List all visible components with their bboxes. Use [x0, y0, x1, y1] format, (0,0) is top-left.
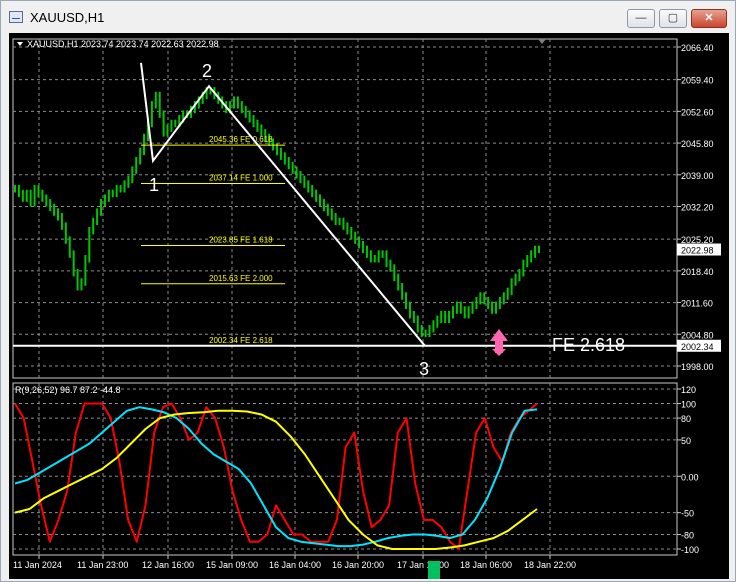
indicator-tick-label: 0.00 — [681, 472, 699, 482]
time-label: 15 Jan 09:00 — [206, 560, 258, 570]
indicator-tick-label: 80 — [681, 414, 691, 424]
fibo-level-label: 2037.14 FE 1.000 — [209, 173, 273, 182]
price-tick-label: 2045.80 — [681, 139, 714, 149]
maximize-button[interactable]: ▢ — [659, 9, 687, 28]
price-tick-label: 1998.00 — [681, 362, 714, 372]
wave-label: 2 — [202, 61, 212, 81]
fe-annotation: FE 2.618 — [552, 335, 625, 355]
fibo-level-label: 2002.34 FE 2.618 — [209, 336, 273, 345]
time-label: 12 Jan 16:00 — [142, 560, 194, 570]
price-tick-label: 2004.80 — [681, 330, 714, 340]
minimize-button[interactable]: — — [627, 9, 655, 28]
chart-canvas[interactable]: 2066.40 2059.40 2052.60 2045.80 2039.00 2032.… — [9, 33, 729, 579]
indicator-tick-label: -80 — [681, 530, 694, 540]
fibo-level-label: 2023.85 FE 1.618 — [209, 235, 273, 244]
chart-shift-icon — [538, 39, 546, 44]
price-tick-label: 2059.40 — [681, 76, 714, 86]
indicator-pane-frame — [12, 382, 678, 556]
time-label: 17 Jan 13:00 — [397, 560, 449, 570]
time-label: 18 Jan 06:00 — [460, 560, 512, 570]
main-pane-frame — [12, 38, 678, 379]
window-title: XAUUSD,H1 — [30, 10, 105, 25]
price-tick-label: 2052.60 — [681, 107, 714, 117]
time-label: 11 Jan 2024 — [13, 560, 62, 570]
wave-label: 3 — [419, 359, 429, 379]
indicator-tick-label: 50 — [681, 436, 691, 446]
wave-label: 1 — [149, 175, 159, 195]
price-tick-label: 2039.00 — [681, 171, 714, 181]
chart-area[interactable]: 2066.40 2059.40 2052.60 2045.80 2039.00 2032.… — [9, 33, 729, 579]
chart-window-icon — [9, 11, 23, 23]
time-label: 18 Jan 22:00 — [524, 560, 576, 570]
time-label: 16 Jan 04:00 — [269, 560, 321, 570]
arrow-star-icon — [492, 349, 506, 356]
indicator-tick-label: -50 — [681, 509, 694, 519]
line-price-label: 2002.34 — [681, 342, 714, 352]
close-button[interactable]: ✕ — [691, 9, 727, 28]
time-marker — [428, 561, 440, 579]
chart-title: XAUUSD,H1 2023.74 2023.74 2022.63 2022.9… — [27, 39, 219, 49]
window-titlebar[interactable]: XAUUSD,H1 — ▢ ✕ — [1, 1, 735, 33]
price-tick-label: 2011.60 — [681, 299, 713, 309]
indicator-tick-label: 120 — [681, 385, 696, 395]
wave-path — [140, 62, 426, 347]
price-tick-label: 2032.20 — [681, 203, 714, 213]
time-label: 16 Jan 20:00 — [332, 560, 384, 570]
fibo-level-label: 2015.63 FE 2.000 — [209, 274, 273, 283]
price-tick-label: 2018.40 — [681, 267, 714, 277]
chart-window: XAUUSD,H1 — ▢ ✕ 2066.40 2059.40 2052.60 204… — [0, 0, 736, 582]
chart-menu-icon — [17, 42, 23, 46]
time-label: 11 Jan 23:00 — [77, 560, 128, 570]
price-tick-label: 2066.40 — [681, 43, 714, 53]
current-price-label: 2022.98 — [681, 245, 714, 255]
indicator-tick-label: 100 — [681, 400, 696, 410]
indicator-tick-label: -100 — [681, 545, 699, 555]
fibo-level-label: 2045.36 FE 0.618 — [209, 135, 273, 144]
indicator-title: R(9,26,52) 96.7 87.2 -44.8 — [15, 385, 121, 395]
